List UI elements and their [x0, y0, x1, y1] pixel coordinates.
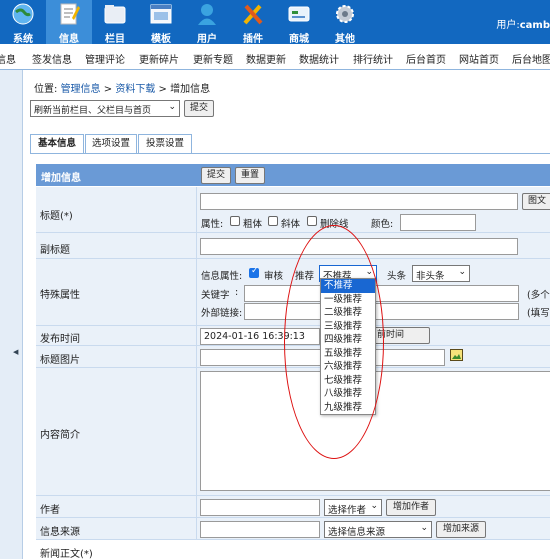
tab-basic-info[interactable]: 基本信息 [30, 134, 84, 154]
author-input[interactable] [200, 499, 320, 516]
subnav-sign[interactable]: 签发信息 [32, 51, 72, 66]
strike-checkbox[interactable] [307, 216, 317, 226]
attr-label: 属性: [201, 219, 224, 230]
italic-checkbox[interactable] [268, 216, 278, 226]
folder-icon [104, 5, 126, 24]
refresh-submit-button[interactable]: 提交 [184, 100, 214, 117]
image-text-button[interactable]: 图文 [522, 193, 550, 210]
source-select[interactable]: 选择信息来源 ⌄ [324, 521, 432, 538]
nav-system[interactable]: 系统 [0, 0, 46, 45]
collapse-arrow-icon[interactable]: ◀ [13, 348, 18, 356]
subnav-ranking[interactable]: 排行统计 [353, 51, 393, 66]
nav-user[interactable]: 用户 [184, 0, 230, 45]
subnav-comments[interactable]: 管理评论 [85, 51, 125, 66]
tab-voting[interactable]: 投票设置 [138, 134, 192, 154]
chevron-down-icon: ⌄ [370, 501, 378, 511]
title-label: 标题(*) [40, 211, 73, 222]
row-title: 标题(*) 图文 属性: 粗体 斜体 删除线 颜色: [36, 187, 550, 233]
current-user: 用户:camb [496, 20, 550, 31]
sub-nav-bar: 信息 签发信息 管理评论 更新碎片 更新专题 数据更新 数据统计 排行统计 后台… [0, 44, 550, 70]
breadcrumb: 位置: 管理信息 > 资料下载 > 增加信息 [34, 84, 211, 95]
subnav-admin-home[interactable]: 后台首页 [406, 51, 446, 66]
image-picker-icon[interactable] [450, 349, 463, 361]
chevron-down-icon: ⌄ [458, 267, 466, 277]
nav-plugin[interactable]: 插件 [230, 0, 276, 45]
row-author: 作者 选择作者 ⌄ 增加作者 [36, 496, 550, 518]
keyword-input[interactable] [244, 285, 519, 302]
gear-icon [336, 5, 354, 23]
user-icon [198, 4, 216, 25]
tab-divider [30, 153, 550, 154]
subnav-statistics[interactable]: 数据统计 [299, 51, 339, 66]
form-submit-button[interactable]: 提交 [201, 167, 231, 184]
bold-checkbox[interactable] [230, 216, 240, 226]
template-icon [150, 4, 172, 24]
tab-options[interactable]: 选项设置 [85, 134, 137, 154]
refresh-scope-select[interactable]: 刷新当前栏目、父栏目与首页 ⌄ [30, 100, 180, 117]
title-input[interactable] [200, 193, 518, 210]
subnav-site-home[interactable]: 网站首页 [459, 51, 499, 66]
subnav-info[interactable]: 信息 [0, 51, 16, 66]
form-reset-button[interactable]: 重置 [235, 167, 265, 184]
form-header-title: 增加信息 [41, 173, 81, 184]
color-input[interactable] [400, 214, 476, 231]
left-collapse-strip[interactable]: ◀ [0, 70, 23, 559]
headline-select[interactable]: 非头条 ⌄ [412, 265, 470, 282]
subnav-fragments[interactable]: 更新碎片 [139, 51, 179, 66]
nav-info[interactable]: 信息 [46, 0, 92, 45]
nav-column[interactable]: 栏目 [92, 0, 138, 45]
source-input[interactable] [200, 521, 320, 538]
body-label: 新闻正文(*) [40, 549, 93, 559]
chevron-down-icon: ⌄ [420, 523, 428, 533]
form-header: 增加信息 提交 重置 [36, 164, 550, 186]
top-nav-bar: 系统 信息 栏目 模板 用户 插件 商城 其他 用户:camb [0, 0, 550, 45]
globe-icon [12, 3, 34, 25]
highlight-ellipse [284, 225, 384, 459]
user-name: camb [519, 20, 550, 31]
add-source-button[interactable]: 增加来源 [436, 521, 486, 538]
document-icon [60, 3, 80, 25]
subnav-topics[interactable]: 更新专题 [193, 51, 233, 66]
row-source: 信息来源 选择信息来源 ⌄ 增加来源 [36, 518, 550, 540]
breadcrumb-downloads[interactable]: 资料下载 [115, 84, 155, 95]
breadcrumb-manage-info[interactable]: 管理信息 [61, 84, 101, 95]
page: 系统 信息 栏目 模板 用户 插件 商城 其他 用户:camb 信息 签发信息 … [0, 0, 550, 559]
add-author-button[interactable]: 增加作者 [386, 499, 436, 516]
nav-template[interactable]: 模板 [138, 0, 184, 45]
nav-shop[interactable]: 商城 [276, 0, 322, 45]
author-select[interactable]: 选择作者 ⌄ [324, 499, 382, 516]
shop-icon [288, 6, 310, 22]
tools-icon [243, 4, 263, 25]
audit-checkbox[interactable] [249, 266, 259, 278]
nav-other[interactable]: 其他 [322, 0, 368, 45]
subnav-admin-map[interactable]: 后台地图 [512, 51, 550, 66]
subnav-data-update[interactable]: 数据更新 [246, 51, 286, 66]
breadcrumb-current: 增加信息 [170, 84, 211, 95]
chevron-down-icon: ⌄ [168, 102, 176, 112]
row-subtitle: 副标题 [36, 233, 550, 259]
